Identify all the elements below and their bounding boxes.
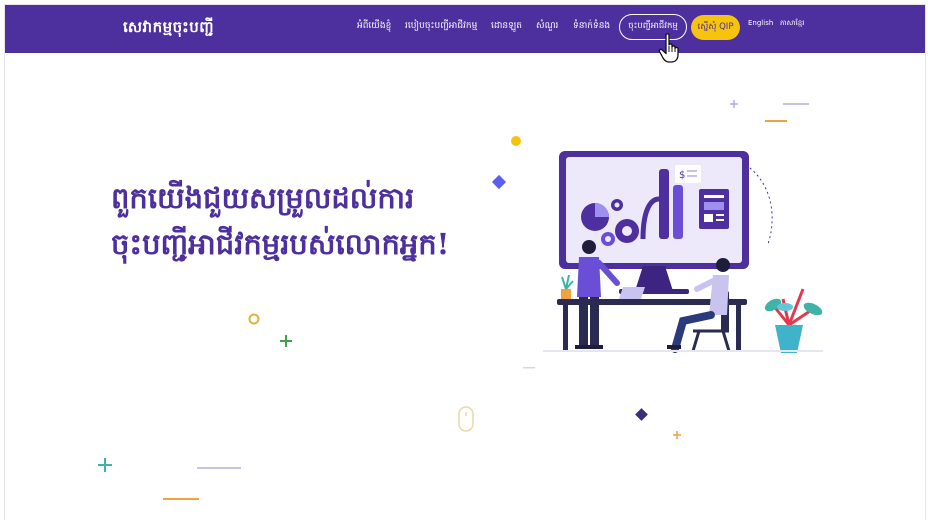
teal-plus-shape [98, 458, 112, 472]
svg-text:$: $ [679, 170, 685, 181]
nav-link-contact[interactable]: ទំនាក់ទំនង [573, 20, 610, 33]
hero-illustration: $ [543, 151, 823, 353]
green-plus-shape [280, 335, 292, 347]
hero-heading: ពួកយើងជួយសម្រួលដល់ការ ចុះបញ្ជីអាជីវកម្មរ… [111, 175, 449, 267]
lang-english-link[interactable]: English [748, 19, 773, 27]
orange-dash-shape [765, 120, 787, 122]
top-navbar: សេវាកម្មចុះបញ្ជី អំពីយើងខ្ញុំ របៀបចុះបញ្… [5, 5, 925, 53]
mouse-scroll-icon[interactable] [457, 405, 475, 433]
nav-link-how-to-register[interactable]: របៀបចុះបញ្ជីអាជីវកម្ម [405, 20, 477, 33]
hero-heading-line-2: ចុះបញ្ជីអាជីវកម្មរបស់លោកអ្នក! [111, 227, 450, 261]
lilac-dash-shape [783, 103, 809, 105]
blue-diamond-shape [491, 174, 507, 190]
nav-link-download[interactable]: ដោនឡូត [491, 20, 522, 33]
lilac-line-shape [197, 467, 241, 469]
hero-heading-line-1: ពួកយើងជួយសម្រួលដល់ការ [111, 181, 415, 215]
lilac-plus-shape [730, 100, 738, 108]
lang-khmer-link[interactable]: ភាសាខ្មែរ [780, 19, 804, 29]
brand-logo-text[interactable]: សេវាកម្មចុះបញ្ជី [123, 18, 214, 40]
yellow-dot-shape [511, 136, 521, 146]
orange-line-shape [163, 498, 199, 500]
hand-pointer-icon [658, 33, 679, 63]
nav-link-faq[interactable]: សំណួរ [536, 20, 558, 33]
request-qip-button[interactable]: ស្នើសុំ QIP [691, 15, 740, 40]
nav-link-about[interactable]: អំពីយើងខ្ញុំ [357, 20, 391, 33]
page-frame: សេវាកម្មចុះបញ្ជី អំពីយើងខ្ញុំ របៀបចុះបញ្… [4, 4, 926, 520]
orange-plus-shape [673, 431, 681, 439]
ring-shape [248, 313, 260, 325]
navy-diamond-shape [635, 408, 648, 421]
gray-dash-shape [523, 367, 535, 369]
